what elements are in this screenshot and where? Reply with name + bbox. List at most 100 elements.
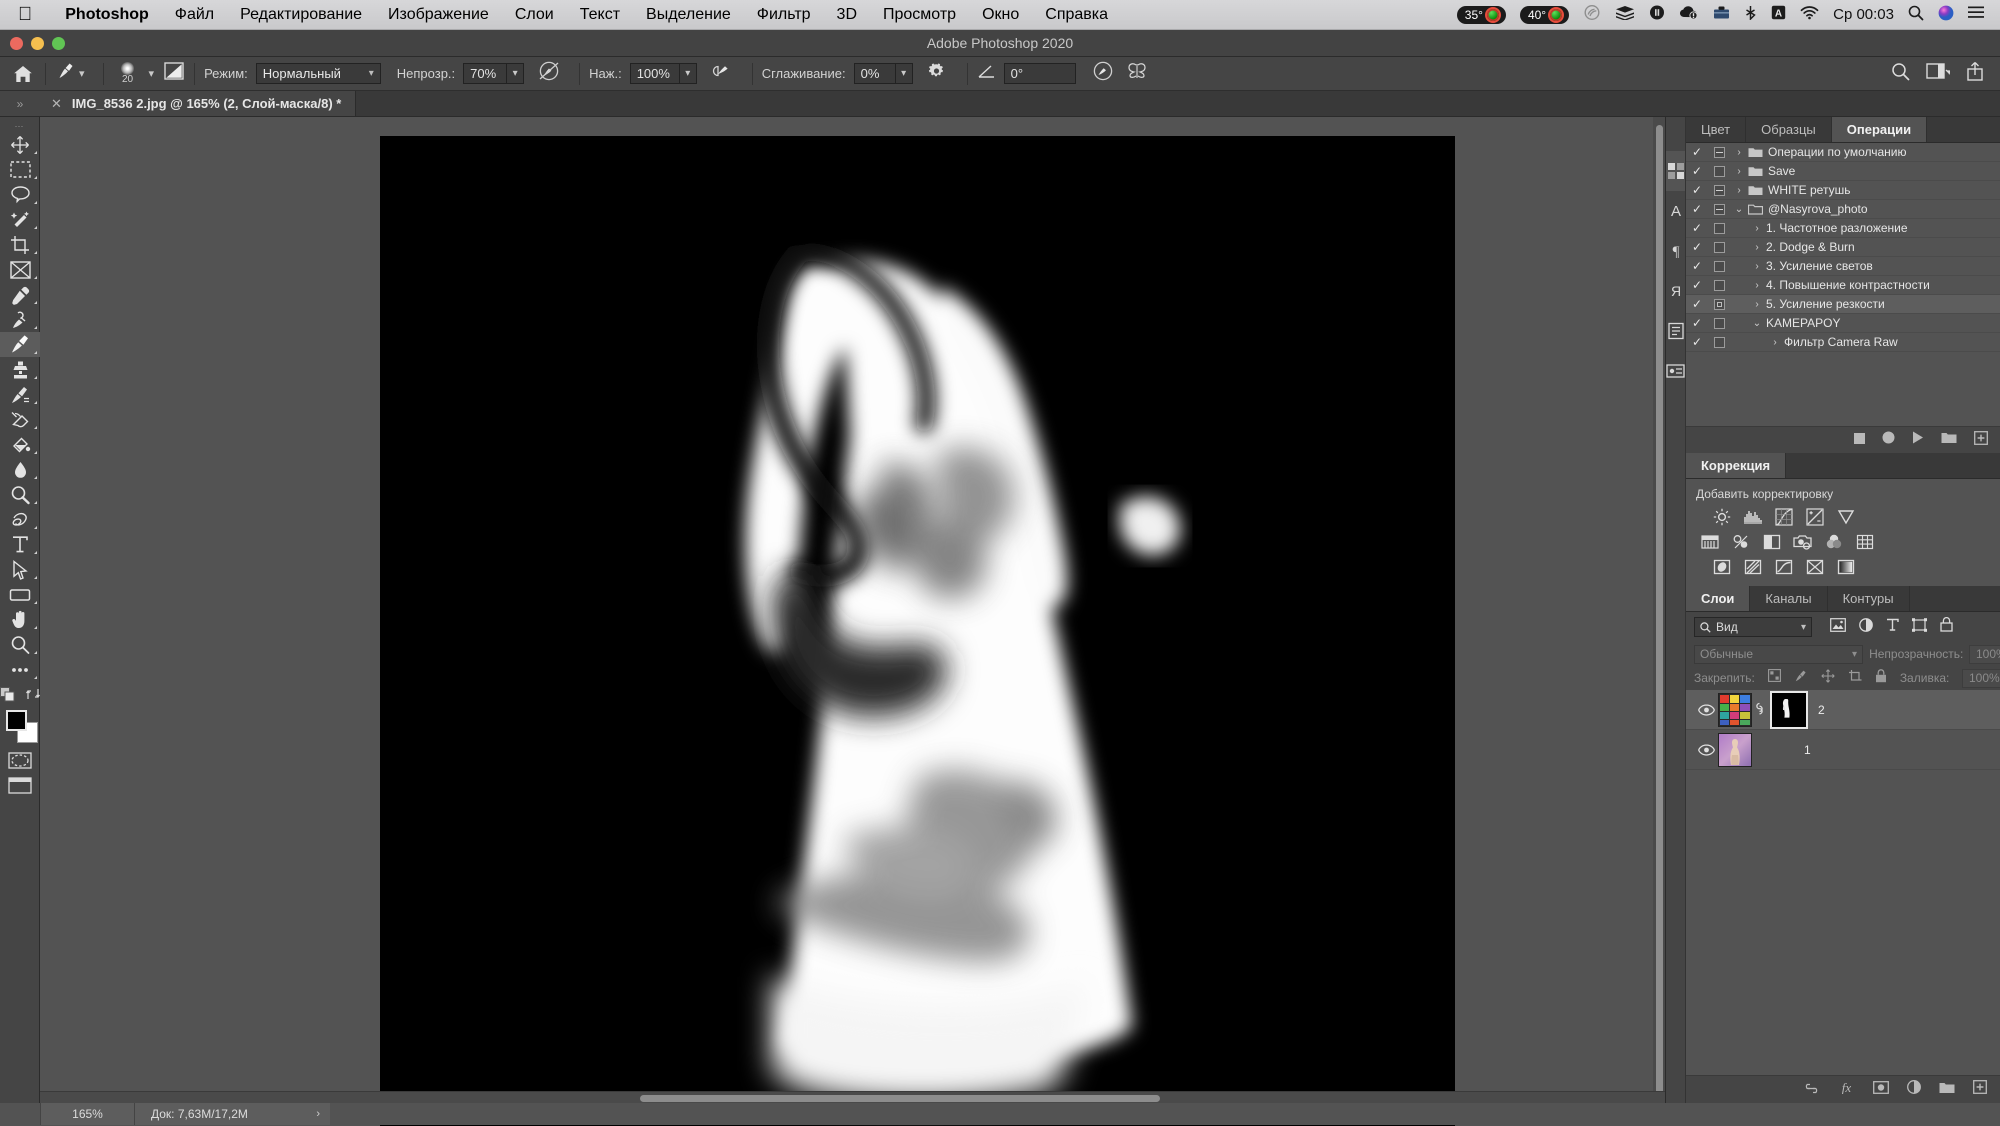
rail-timeline-button[interactable]: [1666, 351, 1685, 391]
hand-tool[interactable]: [0, 607, 40, 632]
curves-icon[interactable]: [1774, 507, 1793, 526]
stop-recording-button[interactable]: [1854, 431, 1866, 449]
close-icon[interactable]: ✕: [51, 96, 62, 112]
action-row[interactable]: ✓ › 3. Усиление светов: [1686, 257, 2000, 276]
search-icon[interactable]: [1891, 62, 1910, 86]
menu-item-file[interactable]: Файл: [162, 6, 227, 24]
cloud-sync-icon[interactable]: [1679, 5, 1699, 24]
rail-character-button[interactable]: A: [1666, 191, 1685, 231]
path-selection-tool[interactable]: [0, 557, 40, 582]
menu-item-type[interactable]: Текст: [567, 6, 633, 24]
layer-name[interactable]: 2: [1818, 703, 1825, 717]
stack-icon[interactable]: [1615, 5, 1635, 24]
color-balance-icon[interactable]: [1731, 532, 1750, 551]
eraser-tool[interactable]: [0, 407, 40, 432]
action-toggle-check[interactable]: ✓: [1686, 221, 1708, 235]
action-dialog-toggle[interactable]: [1708, 165, 1730, 177]
input-source-icon[interactable]: A: [1771, 5, 1786, 24]
tab-paths[interactable]: Контуры: [1828, 586, 1910, 611]
chevron-down-icon[interactable]: ▾: [79, 67, 85, 80]
dropbox-icon[interactable]: [1649, 5, 1665, 24]
channel-mixer-icon[interactable]: [1824, 532, 1843, 551]
action-dialog-toggle[interactable]: [1708, 298, 1730, 310]
action-toggle-check[interactable]: ✓: [1686, 316, 1708, 330]
invert-icon[interactable]: [1712, 557, 1731, 576]
share-icon[interactable]: [1966, 61, 1984, 86]
flow-input[interactable]: 100%: [629, 63, 680, 84]
document-info-field[interactable]: Док: 7,63M/17,2M ›: [135, 1103, 330, 1125]
brush-panel-icon[interactable]: [163, 61, 185, 86]
posterize-icon[interactable]: [1743, 557, 1762, 576]
blur-tool[interactable]: [0, 457, 40, 482]
threshold-icon[interactable]: [1774, 557, 1793, 576]
zoom-level-field[interactable]: 165%: [40, 1103, 135, 1125]
gradient-tool[interactable]: [0, 432, 40, 457]
gradient-map-icon[interactable]: [1805, 557, 1824, 576]
layer-thumbnail[interactable]: [1718, 692, 1752, 727]
zoom-tool[interactable]: [0, 632, 40, 657]
move-tool[interactable]: [0, 132, 40, 157]
rectangle-tool[interactable]: [0, 582, 40, 607]
lock-position-icon[interactable]: [1821, 668, 1835, 688]
pressure-size-icon[interactable]: [1092, 61, 1114, 86]
rail-paragraph-button[interactable]: ¶: [1666, 231, 1685, 271]
tab-adjustments[interactable]: Коррекция: [1686, 453, 1787, 478]
layer-opacity-value[interactable]: 100%: [1969, 644, 2000, 664]
blend-mode-select[interactable]: Нормальный ▾: [255, 63, 381, 84]
marquee-tool[interactable]: [0, 157, 40, 182]
exposure-icon[interactable]: [1805, 507, 1824, 526]
action-expand-arrow[interactable]: ›: [1748, 242, 1766, 253]
layer-thumbnail[interactable]: [1718, 732, 1752, 767]
layer-row-1[interactable]: 1: [1686, 730, 2000, 770]
action-dialog-toggle[interactable]: [1708, 260, 1730, 272]
quick-selection-tool[interactable]: [0, 207, 40, 232]
action-row[interactable]: ✓ ⌄ KAMEPAPOY: [1686, 314, 2000, 333]
control-center-icon[interactable]: [1968, 6, 1984, 23]
action-row[interactable]: ✓ › Операции по умолчанию: [1686, 143, 2000, 162]
foreground-color-swatch[interactable]: [6, 710, 27, 731]
action-dialog-toggle[interactable]: [1708, 279, 1730, 291]
menu-item-edit[interactable]: Редактирование: [227, 6, 375, 24]
menu-item-layer[interactable]: Слои: [502, 6, 567, 24]
black-white-icon[interactable]: [1762, 532, 1781, 551]
horizontal-scroll-thumb[interactable]: [640, 1095, 1160, 1102]
actions-list[interactable]: ✓ › Операции по умолчанию ✓ › Save ✓ › W…: [1686, 143, 2000, 426]
wifi-icon[interactable]: [1800, 5, 1819, 24]
action-toggle-check[interactable]: ✓: [1686, 145, 1708, 159]
tab-swatches[interactable]: Образцы: [1746, 117, 1832, 142]
action-row[interactable]: ✓ ⌄ @Nasyrova_photo: [1686, 200, 2000, 219]
action-expand-arrow[interactable]: ⌄: [1730, 204, 1748, 215]
lock-all-icon[interactable]: [1875, 668, 1887, 688]
layer-filter-type-select[interactable]: Вид ▾: [1694, 617, 1812, 637]
action-row[interactable]: ✓ › Save: [1686, 162, 2000, 181]
home-icon[interactable]: [10, 61, 36, 87]
type-tool[interactable]: [0, 532, 40, 557]
menu-item-view[interactable]: Просмотр: [870, 6, 969, 24]
play-selection-button[interactable]: [1912, 431, 1924, 449]
document-tab[interactable]: ✕ IMG_8536 2.jpg @ 165% (2, Слой-маска/8…: [40, 91, 357, 116]
menu-item-window[interactable]: Окно: [969, 6, 1032, 24]
action-expand-arrow[interactable]: ›: [1766, 337, 1784, 348]
lock-image-icon[interactable]: [1794, 669, 1808, 688]
chevron-right-icon[interactable]: ›: [316, 1103, 320, 1125]
brightness-contrast-icon[interactable]: [1712, 507, 1731, 526]
briefcase-icon[interactable]: [1713, 5, 1730, 24]
action-expand-arrow[interactable]: ›: [1748, 299, 1766, 310]
action-dialog-toggle[interactable]: [1708, 317, 1730, 329]
screen-mode-button[interactable]: [0, 773, 40, 798]
vibrance-icon[interactable]: [1836, 507, 1855, 526]
chevrons-right-icon[interactable]: »: [0, 91, 40, 116]
symmetry-butterfly-icon[interactable]: [1126, 61, 1148, 86]
adjustment-filter-icon[interactable]: [1859, 617, 1873, 637]
flow-dropdown-icon[interactable]: ▾: [679, 63, 697, 84]
menu-item-3d[interactable]: 3D: [824, 6, 870, 24]
layer-visibility-toggle[interactable]: [1694, 703, 1718, 716]
layer-mask-thumbnail[interactable]: [1770, 690, 1808, 729]
action-row[interactable]: ✓ › 1. Частотное разложение: [1686, 219, 2000, 238]
tab-color[interactable]: Цвет: [1686, 117, 1747, 142]
swap-colors-icon[interactable]: [26, 687, 40, 701]
lock-transparency-icon[interactable]: [1767, 669, 1781, 687]
canvas-area[interactable]: [40, 117, 1665, 1126]
layer-style-button[interactable]: fx: [1838, 1080, 1855, 1099]
new-layer-button[interactable]: [1973, 1080, 1988, 1099]
